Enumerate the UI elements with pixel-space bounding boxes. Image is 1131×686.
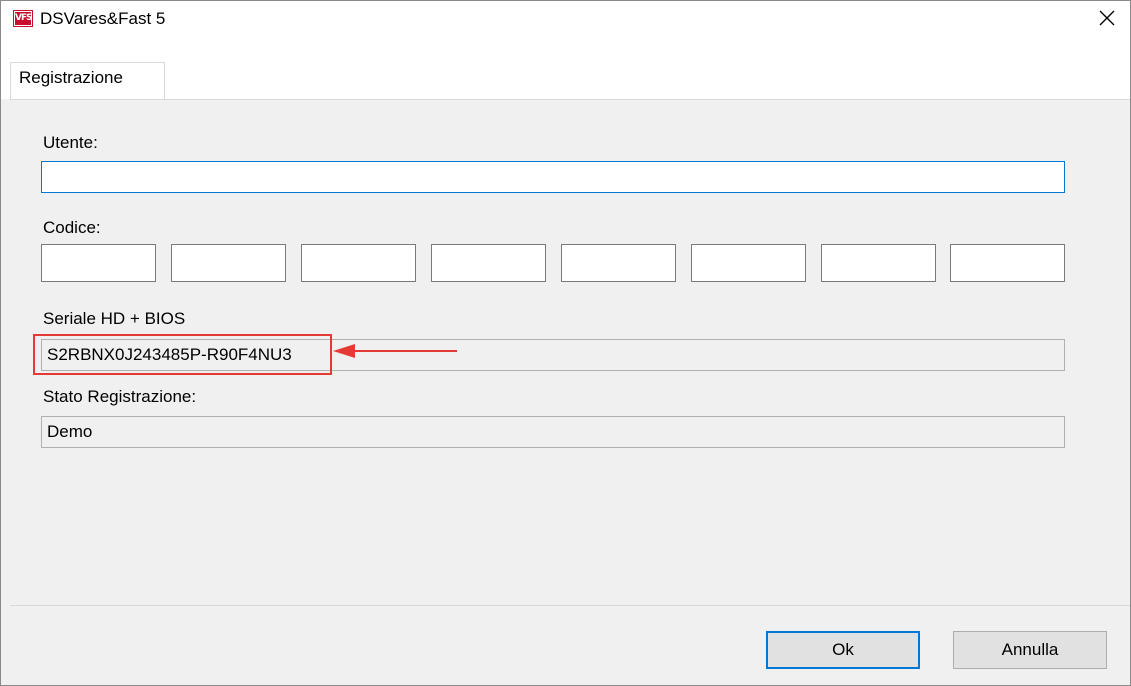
codice-field-6[interactable]: [691, 244, 806, 282]
close-icon: [1099, 10, 1115, 26]
utente-label: Utente:: [43, 133, 98, 152]
codice-field-4[interactable]: [431, 244, 546, 282]
app-logo-text: VFS: [14, 11, 33, 26]
cancel-button[interactable]: Annulla: [953, 631, 1107, 669]
annotation-arrow-icon: [333, 344, 457, 358]
codice-field-1[interactable]: [41, 244, 156, 282]
app-logo-icon: VFS: [13, 10, 33, 27]
stato-field[interactable]: Demo: [41, 416, 1065, 448]
close-button[interactable]: [1084, 1, 1130, 35]
annotation-highlight-box: [33, 334, 332, 375]
footer-separator: [10, 605, 1130, 606]
codice-field-3[interactable]: [301, 244, 416, 282]
codice-label: Codice:: [43, 218, 101, 237]
codice-field-8[interactable]: [950, 244, 1065, 282]
codice-field-7[interactable]: [821, 244, 936, 282]
tab-registrazione[interactable]: Registrazione: [10, 62, 165, 99]
utente-input[interactable]: [41, 161, 1065, 193]
window-title: DSVares&Fast 5: [40, 9, 166, 28]
seriale-label: Seriale HD + BIOS: [43, 309, 186, 328]
ok-button[interactable]: Ok: [766, 631, 920, 669]
tab-strip: Registrazione: [1, 35, 1130, 99]
registration-dialog: VFS DSVares&Fast 5 Registrazione Utente:…: [0, 0, 1131, 686]
codice-field-2[interactable]: [171, 244, 286, 282]
title-bar: VFS DSVares&Fast 5: [1, 1, 1130, 35]
stato-label: Stato Registrazione:: [43, 387, 197, 406]
codice-field-5[interactable]: [561, 244, 676, 282]
